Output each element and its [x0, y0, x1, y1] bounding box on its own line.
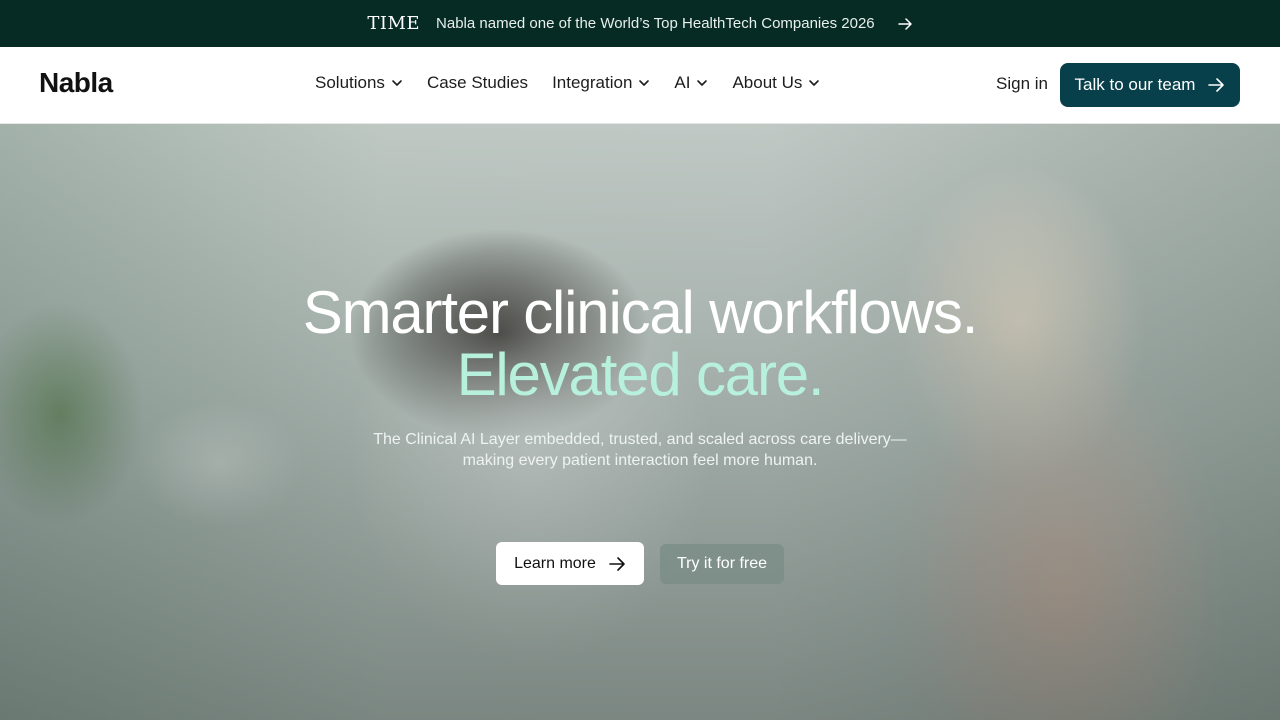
- nav-item-integration[interactable]: Integration: [552, 73, 650, 93]
- cta-label: Talk to our team: [1074, 75, 1196, 94]
- hero-subtitle: The Clinical AI Layer embedded, trusted,…: [0, 429, 1280, 471]
- chevron-down-icon: [809, 80, 820, 86]
- hero-subtitle-line2: making every patient interaction feel mo…: [462, 452, 818, 469]
- hero-section: [0, 124, 1280, 720]
- nav-item-label: Case Studies: [426, 73, 529, 92]
- hero-title-line1: Smarter clinical workflows.: [302, 279, 979, 346]
- chevron-down-icon: [639, 80, 650, 86]
- announcement-text[interactable]: Nabla named one of the World’s Top Healt…: [436, 15, 875, 32]
- time-logo: TIME: [367, 13, 421, 34]
- arrow-right-icon: [609, 556, 625, 571]
- learn-more-label: Learn more: [514, 554, 596, 572]
- sign-in-link[interactable]: Sign in: [996, 74, 1048, 94]
- nav-item-label: Integration: [552, 73, 633, 92]
- arrow-right-icon[interactable]: [897, 16, 913, 32]
- nav-item-label: AI: [674, 73, 691, 92]
- announcement-bar[interactable]: TIME Nabla named one of the World’s Top …: [0, 0, 1280, 47]
- site-header: Nabla Solutions Case Studies Integration…: [0, 47, 1280, 124]
- nav-item-about-us[interactable]: About Us: [732, 73, 820, 93]
- try-free-button[interactable]: Try it for free: [660, 544, 784, 584]
- nabla-logo[interactable]: Nabla: [39, 67, 113, 99]
- main-nav: Solutions Case Studies Integration AI Ab…: [315, 73, 820, 93]
- hero-actions: Learn more Try it for free: [496, 542, 784, 585]
- nav-item-label: Solutions: [315, 73, 385, 92]
- chevron-down-icon: [697, 80, 708, 86]
- learn-more-button[interactable]: Learn more: [496, 542, 644, 585]
- nav-item-solutions[interactable]: Solutions: [315, 73, 403, 93]
- arrow-right-icon: [1208, 78, 1225, 92]
- hero-subtitle-line1: The Clinical AI Layer embedded, trusted,…: [373, 431, 907, 448]
- hero-background-image: [0, 124, 1280, 720]
- nav-item-ai[interactable]: AI: [674, 73, 708, 93]
- hero-title-accent: Elevated care.: [456, 341, 825, 408]
- hero-title: Smarter clinical workflows. Elevated car…: [0, 282, 1280, 406]
- chevron-down-icon: [392, 80, 402, 86]
- nav-item-case-studies[interactable]: Case Studies: [427, 73, 528, 93]
- talk-to-team-button[interactable]: Talk to our team: [1060, 63, 1240, 107]
- nav-item-label: About Us: [732, 73, 803, 92]
